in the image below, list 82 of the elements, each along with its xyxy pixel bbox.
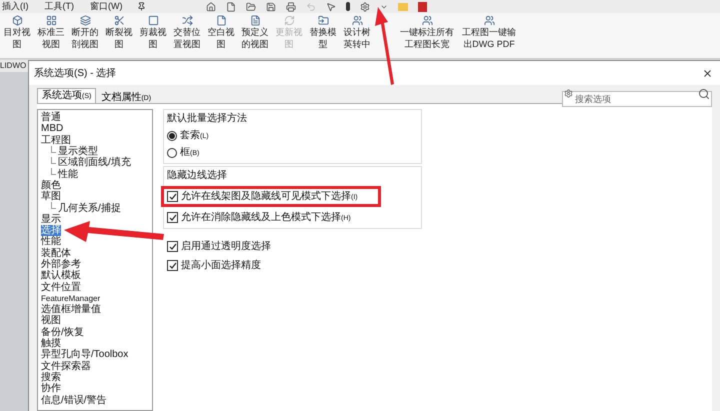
option-label: 提高小面选择精度 xyxy=(181,258,261,273)
tree-item[interactable]: 搜索 xyxy=(41,372,61,383)
menu-item[interactable]: 工具(T) xyxy=(42,0,76,14)
new-file-icon[interactable] xyxy=(226,2,236,12)
search-icon[interactable] xyxy=(698,88,710,100)
tree-item[interactable]: 协作 xyxy=(41,383,61,394)
dialog-title: 系统选项(S) - 选择 xyxy=(34,66,116,80)
check-icon xyxy=(168,262,176,270)
tree-item[interactable]: 性能 xyxy=(58,168,78,180)
view-icon xyxy=(484,15,494,26)
gear-icon xyxy=(564,89,573,98)
group-title: 隐藏边线选择 xyxy=(167,168,228,183)
tree-item[interactable]: 普通 xyxy=(41,112,61,124)
close-icon[interactable] xyxy=(702,68,713,78)
ribbon-button[interactable]: 工程图一键输出DWG PDF xyxy=(458,15,520,50)
menu-item[interactable]: 窗口(W) xyxy=(88,0,124,14)
view-icon xyxy=(114,15,124,26)
ribbon-button[interactable]: 一键标注所有工程图长宽 xyxy=(396,15,458,50)
ribbon-button[interactable]: 剪裁视图 xyxy=(136,15,170,50)
tree-item[interactable]: 文件位置 xyxy=(41,282,81,293)
ribbon-button[interactable]: 目对视图 xyxy=(0,15,34,50)
tree-item[interactable]: 文件探索器 xyxy=(41,360,91,372)
view-icon xyxy=(216,15,226,26)
tree-item[interactable]: 外部参考 xyxy=(41,259,81,270)
save-icon[interactable] xyxy=(266,2,276,12)
tree-item[interactable]: 几何关系/捕捉 xyxy=(58,202,121,214)
settings-icon[interactable] xyxy=(360,2,370,12)
check-icon xyxy=(168,242,176,250)
menu-item[interactable]: 插入(I) xyxy=(0,0,30,14)
tree-item[interactable]: 备份/恢复 xyxy=(41,326,84,338)
pin-icon[interactable] xyxy=(136,2,146,11)
view-icon xyxy=(182,15,192,26)
check-icon xyxy=(168,214,176,222)
tree-item[interactable]: 性能 xyxy=(41,236,61,248)
radio-button[interactable] xyxy=(167,130,177,140)
tree-connector-icon xyxy=(51,202,56,210)
group-title: 默认批量选择方法 xyxy=(167,112,248,126)
ribbon-button[interactable]: 交替位置视图 xyxy=(170,15,204,50)
checkbox[interactable] xyxy=(167,241,178,252)
view-icon xyxy=(250,15,260,26)
checkbox[interactable] xyxy=(167,260,178,271)
ribbon-button[interactable]: 断裂视图 xyxy=(102,15,136,50)
view-icon xyxy=(80,15,90,26)
checkbox[interactable] xyxy=(167,191,178,202)
pointer-icon[interactable] xyxy=(326,2,336,12)
radio-button[interactable] xyxy=(167,148,177,158)
view-icon xyxy=(12,15,22,26)
ribbon-button[interactable]: 断开的剖视图 xyxy=(68,15,102,50)
tree-item[interactable]: 装配体 xyxy=(41,248,71,259)
ribbon-button[interactable]: 标准三视图 xyxy=(34,15,68,50)
checkbox[interactable] xyxy=(167,212,178,223)
tree-item[interactable]: 选值框增量值 xyxy=(41,304,101,316)
home-icon[interactable] xyxy=(206,2,216,12)
ribbon-button[interactable]: 设计树英转中 xyxy=(340,15,374,50)
tree-item[interactable]: FeatureManager xyxy=(41,292,100,304)
tree-item[interactable]: 草图 xyxy=(41,191,61,202)
tree-item[interactable]: 颜色 xyxy=(41,180,61,191)
tree-item[interactable]: 异型孔向导/Toolbox xyxy=(41,349,128,360)
view-icon xyxy=(422,15,432,26)
tree-item[interactable]: 视图 xyxy=(41,315,61,326)
view-icon xyxy=(352,15,362,26)
tree-item[interactable]: 区域剖面线/填充 xyxy=(58,157,131,168)
ribbon-button[interactable]: 预定义的视图 xyxy=(238,15,272,50)
tree-item[interactable]: 工程图 xyxy=(41,134,71,146)
view-icon xyxy=(148,15,158,26)
ribbon-button[interactable]: 替换模型 xyxy=(306,15,340,50)
tree-item[interactable]: 选择 xyxy=(41,225,61,236)
view-icon xyxy=(46,15,56,26)
option-label: 启用通过透明度选择 xyxy=(181,240,271,254)
tree-item[interactable]: 显示类型 xyxy=(58,146,98,158)
view-icon xyxy=(318,15,328,26)
search-field[interactable]: 搜索选项 xyxy=(562,91,712,107)
tree-item[interactable]: MBD xyxy=(41,123,64,134)
tree-item[interactable]: 触摸 xyxy=(41,338,61,350)
check-icon xyxy=(168,192,176,200)
tree-item[interactable]: 显示 xyxy=(41,214,61,225)
tree-item[interactable]: 默认模板 xyxy=(41,270,81,282)
tree-item[interactable]: 信息/错误/警告 xyxy=(41,394,107,406)
ribbon-button[interactable]: 空白视图 xyxy=(204,15,238,50)
document-tab[interactable]: LIDWO xyxy=(0,60,28,72)
printer-icon[interactable] xyxy=(286,2,296,12)
view-icon xyxy=(284,15,294,26)
